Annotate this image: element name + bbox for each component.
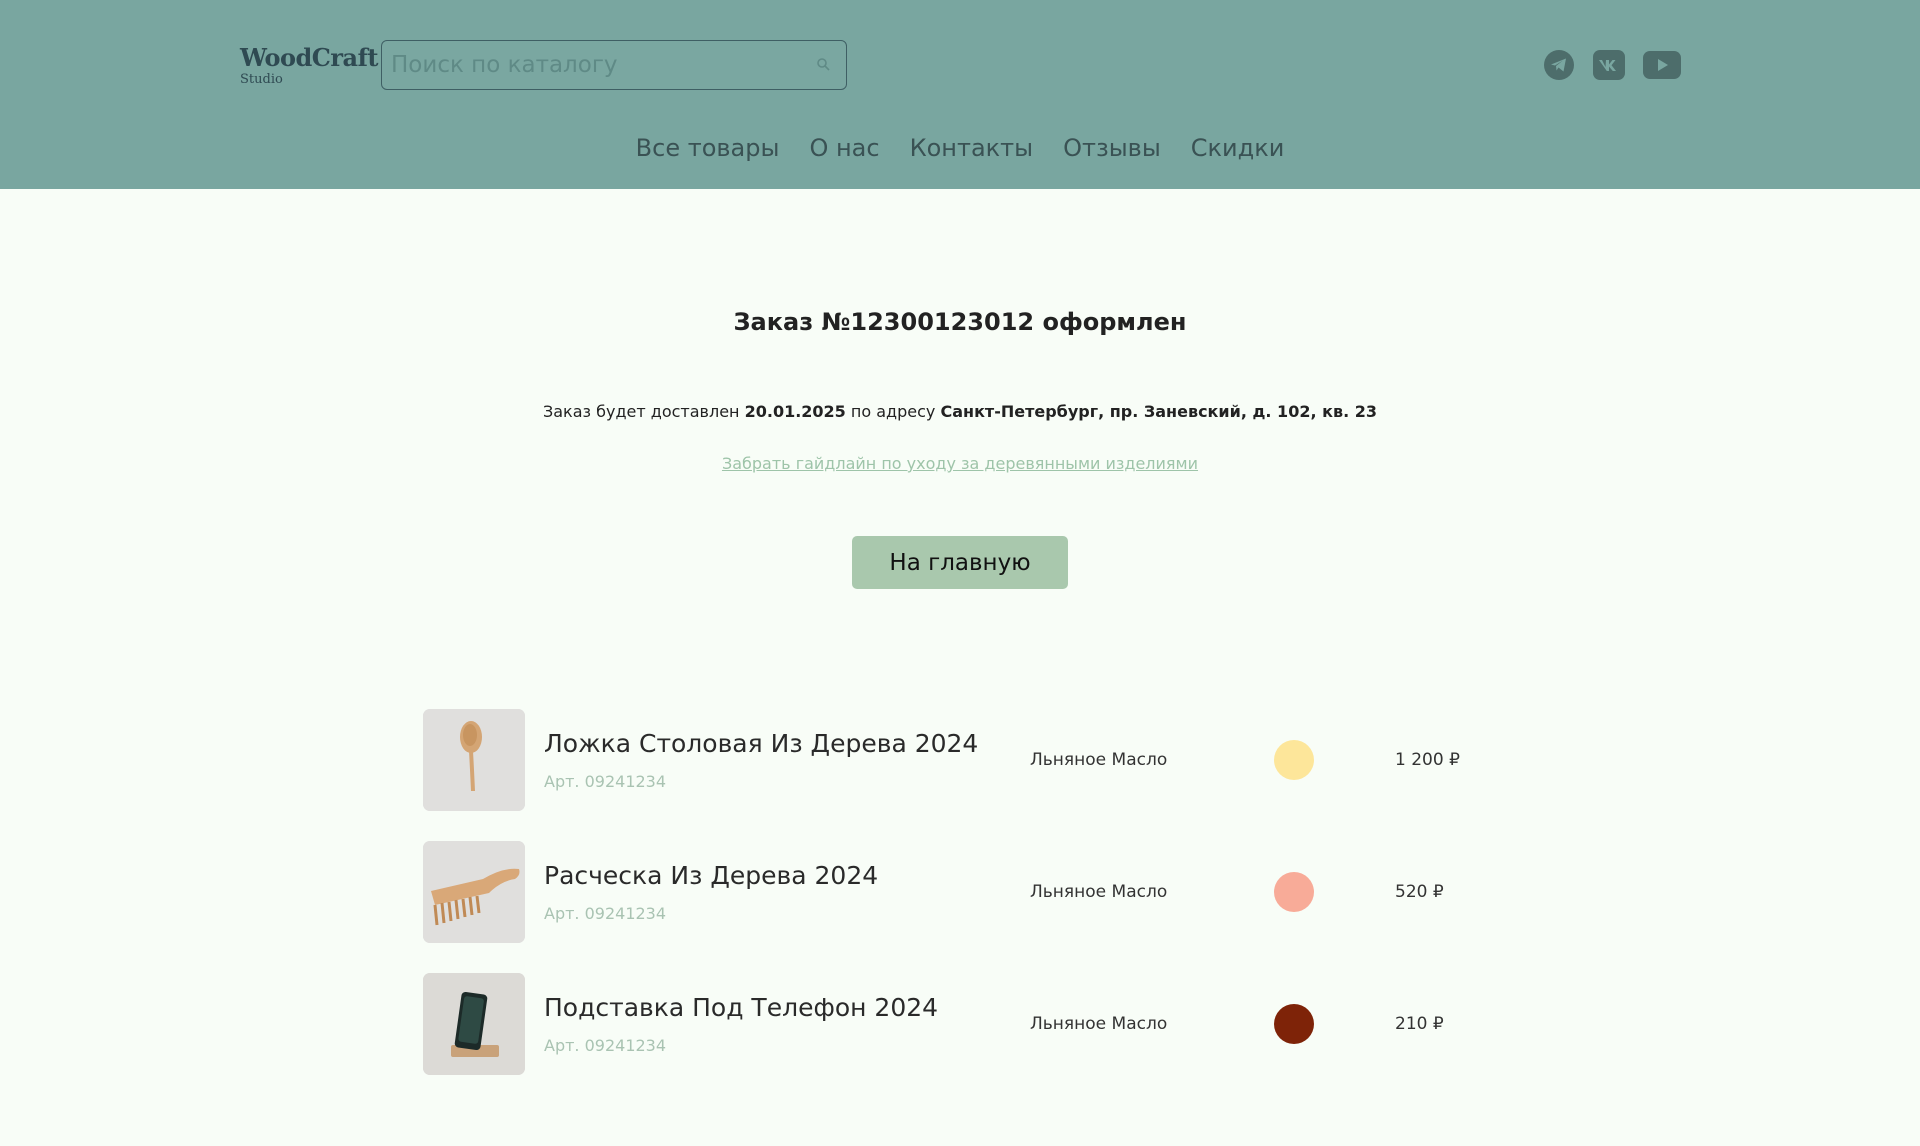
order-item: Подставка Под Телефон 2024 Арт. 09241234…: [423, 973, 1523, 1075]
delivery-mid: по адресу: [850, 402, 936, 421]
order-item: Ложка Столовая Из Дерева 2024 Арт. 09241…: [423, 709, 1523, 811]
vk-icon[interactable]: [1593, 50, 1625, 80]
search-icon[interactable]: [812, 54, 834, 76]
product-price: 1 200 ₽: [1395, 750, 1460, 770]
social-links: [1543, 49, 1681, 81]
product-finish: Льняное Масло: [1030, 750, 1168, 770]
nav-all-products[interactable]: Все товары: [636, 128, 780, 168]
delivery-date: 20.01.2025: [744, 402, 846, 421]
product-image-comb[interactable]: [423, 841, 525, 943]
product-price: 210 ₽: [1395, 1014, 1444, 1034]
order-item: Расческа Из Дерева 2024 Арт. 09241234 Ль…: [423, 841, 1523, 943]
product-color-swatch: [1274, 1004, 1314, 1044]
product-color-swatch: [1274, 740, 1314, 780]
nav-reviews[interactable]: Отзывы: [1063, 128, 1161, 168]
logo-title: WoodCraft: [240, 43, 379, 72]
product-name[interactable]: Ложка Столовая Из Дерева 2024: [544, 729, 978, 758]
product-article: Арт. 09241234: [544, 772, 667, 791]
nav-contacts[interactable]: Контакты: [910, 128, 1034, 168]
product-name[interactable]: Подставка Под Телефон 2024: [544, 993, 938, 1022]
site-header: WoodCraft Studio Поиск по каталогу Все т…: [0, 0, 1920, 189]
delivery-info: Заказ будет доставлен 20.01.2025 по адре…: [0, 402, 1920, 421]
product-price: 520 ₽: [1395, 882, 1444, 902]
order-title: Заказ №12300123012 оформлен: [733, 308, 1187, 336]
product-article: Арт. 09241234: [544, 904, 667, 923]
product-finish: Льняное Масло: [1030, 1014, 1168, 1034]
home-button[interactable]: На главную: [852, 536, 1068, 589]
search-placeholder: Поиск по каталогу: [391, 52, 618, 78]
logo[interactable]: WoodCraft Studio: [240, 43, 379, 88]
product-article: Арт. 09241234: [544, 1036, 667, 1055]
product-image-phone-stand[interactable]: [423, 973, 525, 1075]
guide-container: Забрать гайдлайн по уходу за деревянными…: [0, 454, 1920, 473]
product-name[interactable]: Расческа Из Дерева 2024: [544, 861, 878, 890]
nav-discounts[interactable]: Скидки: [1191, 128, 1285, 168]
delivery-address: Санкт-Петербург, пр. Заневский, д. 102, …: [940, 402, 1377, 421]
search-input[interactable]: Поиск по каталогу: [381, 40, 847, 90]
nav-about[interactable]: О нас: [809, 128, 879, 168]
product-image-spoon[interactable]: [423, 709, 525, 811]
product-color-swatch: [1274, 872, 1314, 912]
youtube-icon[interactable]: [1643, 51, 1681, 79]
delivery-prefix: Заказ будет доставлен: [542, 402, 740, 421]
telegram-icon[interactable]: [1543, 49, 1575, 81]
logo-subtitle: Studio: [240, 72, 283, 87]
guide-link[interactable]: Забрать гайдлайн по уходу за деревянными…: [722, 454, 1198, 473]
main-nav: Все товары О нас Контакты Отзывы Скидки: [0, 128, 1920, 168]
product-finish: Льняное Масло: [1030, 882, 1168, 902]
